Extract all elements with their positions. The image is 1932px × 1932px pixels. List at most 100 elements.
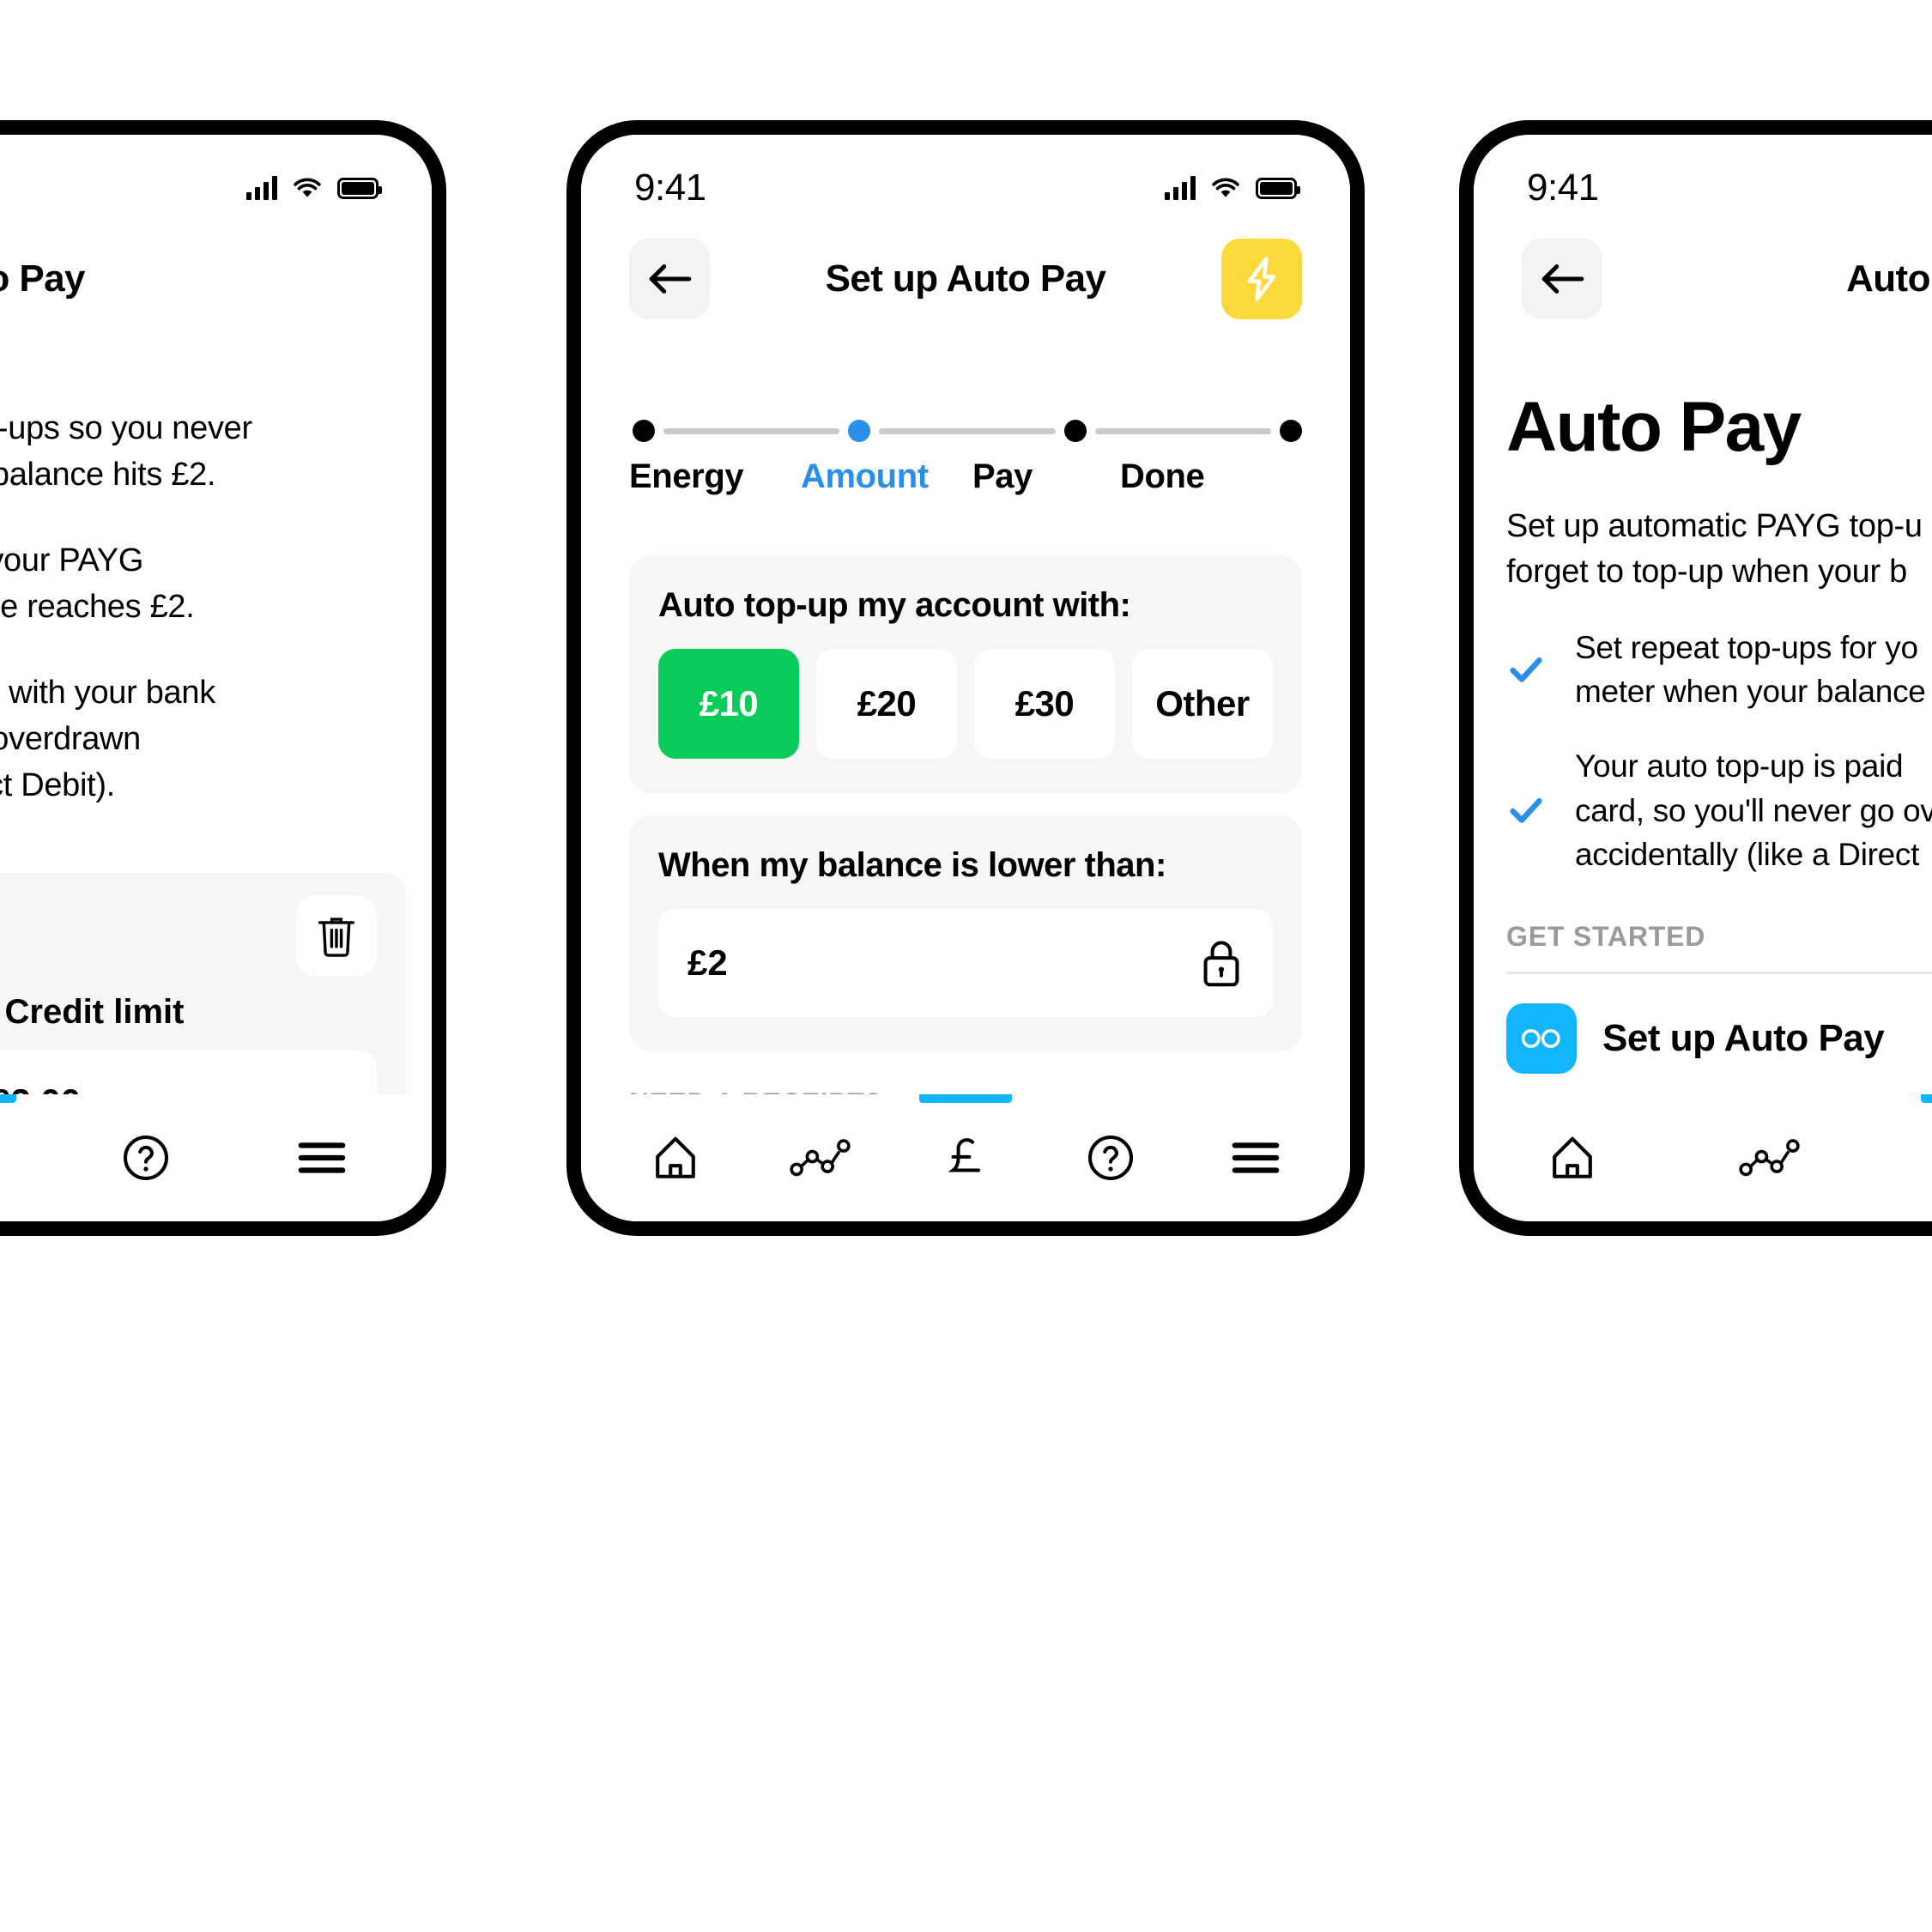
list-item: Set repeat top-ups for yo meter when you… <box>1506 626 1932 713</box>
tab-pound[interactable] <box>0 1094 17 1221</box>
stepper-line-2 <box>879 427 1056 434</box>
infinity-icon <box>1506 1002 1577 1074</box>
trash-icon[interactable] <box>296 894 377 976</box>
left-navbar: Auto Pay <box>0 227 432 330</box>
right-lead-text: Set up automatic PAYG top-u forget to to… <box>1506 508 1923 591</box>
amount-option-20[interactable]: £20 <box>816 649 957 759</box>
left-paragraph-2: op-ups for your PAYG your balance reache… <box>0 542 195 625</box>
center-tab-bar <box>581 1094 1350 1221</box>
right-page-title: Auto Pay <box>1846 257 1932 300</box>
usage-graph-icon <box>1739 1139 1800 1177</box>
home-icon <box>656 1136 696 1178</box>
balance-threshold-field[interactable]: £2 <box>658 909 1273 1017</box>
topup-amount-panel: Auto top-up my account with: £10 £20 £30… <box>629 555 1302 793</box>
balance-threshold-panel: When my balance is lower than: £2 <box>629 815 1302 1051</box>
step-dot-done[interactable] <box>1279 420 1302 442</box>
center-screen: 9:41 Set up Auto Pay Energy Amount Pay D… <box>581 135 1350 1221</box>
step-dot-pay[interactable] <box>1063 420 1087 442</box>
list-item-set-up-auto-pay[interactable]: Set up Auto Pay <box>1506 974 1932 1094</box>
right-screen: 9:41 Auto Pay Auto Pay Set up automatic … <box>1474 135 1932 1221</box>
tab-menu[interactable] <box>275 1094 369 1221</box>
center-status-bar: 9:41 <box>581 135 1350 217</box>
center-status-icons <box>1165 176 1300 200</box>
tab-home[interactable] <box>1525 1094 1620 1221</box>
stepper-line-3 <box>1094 427 1271 434</box>
balance-panel-title: When my balance is lower than: <box>658 846 1166 884</box>
battery-icon <box>1256 177 1300 199</box>
phone-right: 9:41 Auto Pay Auto Pay Set up automatic … <box>1459 120 1932 1236</box>
topup-amount-options: £10 £20 £30 Other <box>658 649 1273 759</box>
tab-pound[interactable] <box>1920 1094 1932 1221</box>
usage-graph-icon <box>790 1139 851 1177</box>
step-dot-energy[interactable] <box>633 420 655 442</box>
credit-limit-label: Credit limit <box>4 992 185 1031</box>
tab-home[interactable] <box>628 1094 723 1221</box>
setup-stepper: Energy Amount Pay Done <box>629 420 1302 496</box>
tab-menu[interactable] <box>1208 1094 1303 1221</box>
signal-bars-icon <box>246 176 277 200</box>
center-navbar: Set up Auto Pay <box>581 227 1350 330</box>
center-scroll-body: Auto top-up my account with: £10 £20 £30… <box>581 555 1350 1094</box>
signal-bars-icon <box>1165 176 1196 200</box>
stepper-labels: Energy Amount Pay Done <box>629 457 1302 496</box>
stepper-track <box>629 420 1302 442</box>
back-button[interactable] <box>629 239 710 319</box>
check-icon <box>1510 657 1542 683</box>
left-tab-bar <box>0 1094 432 1221</box>
arrow-left-icon <box>1541 263 1584 294</box>
list-item-label: Set up Auto Pay <box>1602 1016 1885 1059</box>
lightning-bolt-icon <box>1247 257 1276 301</box>
tab-help[interactable] <box>99 1094 193 1221</box>
arrow-left-icon <box>649 263 692 294</box>
back-button[interactable] <box>1522 239 1602 319</box>
step-dot-amount[interactable] <box>848 420 871 442</box>
right-status-time: 9:41 <box>1527 167 1599 209</box>
list-item-text: Your auto top-up is paid card, so you'll… <box>1575 748 1932 872</box>
tab-active-indicator <box>918 1094 1012 1103</box>
amount-option-30[interactable]: £30 <box>974 649 1115 759</box>
home-icon <box>1553 1136 1592 1178</box>
tab-help[interactable] <box>1063 1094 1158 1221</box>
list-item: Your auto top-up is paid card, so you'll… <box>1506 744 1932 875</box>
center-status-time: 9:41 <box>634 167 706 209</box>
amount-option-10[interactable]: £10 <box>658 649 799 759</box>
left-paragraph-3: o-up is paid with your bank ll never go … <box>0 674 215 803</box>
right-heading: Auto Pay <box>1506 388 1802 466</box>
topup-panel-title: Auto top-up my account with: <box>658 586 1131 624</box>
step-label-amount: Amount <box>801 457 929 495</box>
check-icon <box>1510 798 1542 823</box>
wifi-icon <box>294 178 321 197</box>
step-label-energy: Energy <box>629 457 744 495</box>
tab-pound[interactable] <box>918 1094 1013 1221</box>
list-item-text: Set repeat top-ups for yo meter when you… <box>1575 630 1926 710</box>
left-status-icons <box>246 176 382 200</box>
left-screen: 9:41 Auto Pay c PAYG top-ups so you neve… <box>0 135 432 1221</box>
amount-option-other[interactable]: Other <box>1132 649 1273 759</box>
receipt-section: NEED A RECEIPT? If you'd like a receipt … <box>629 1087 1302 1094</box>
battery-icon <box>337 177 382 199</box>
lock-icon <box>1203 941 1239 987</box>
left-page-title: Auto Pay <box>0 257 86 300</box>
screenshot-stage: 9:41 Auto Pay c PAYG top-ups so you neve… <box>0 0 1932 1932</box>
right-navbar: Auto Pay <box>1474 227 1932 330</box>
lightning-action-button[interactable] <box>1221 239 1302 319</box>
wifi-icon <box>1212 178 1239 197</box>
phone-left: 9:41 Auto Pay c PAYG top-ups so you neve… <box>0 120 446 1236</box>
left-body: c PAYG top-ups so you never when your ba… <box>0 334 432 1188</box>
get-started-eyebrow: GET STARTED <box>1506 920 1706 952</box>
menu-icon <box>1232 1142 1279 1173</box>
center-page-title: Set up Auto Pay <box>825 257 1106 300</box>
step-label-done: Done <box>1120 457 1205 495</box>
tab-usage[interactable] <box>1723 1094 1817 1221</box>
left-status-bar: 9:41 <box>0 135 432 217</box>
step-label-pay: Pay <box>972 457 1033 495</box>
help-circle-icon <box>1087 1135 1133 1181</box>
receipt-eyebrow: NEED A RECEIPT? <box>629 1087 1302 1094</box>
right-status-bar: 9:41 <box>1474 135 1932 217</box>
right-body: Auto Pay Set up automatic PAYG top-u for… <box>1474 337 1932 1094</box>
tab-active-indicator <box>0 1094 17 1103</box>
pound-icon <box>948 1138 980 1172</box>
stepper-line-1 <box>663 427 840 434</box>
tab-usage[interactable] <box>773 1094 868 1221</box>
phone-center: 9:41 Set up Auto Pay Energy Amount Pay D… <box>566 120 1365 1236</box>
